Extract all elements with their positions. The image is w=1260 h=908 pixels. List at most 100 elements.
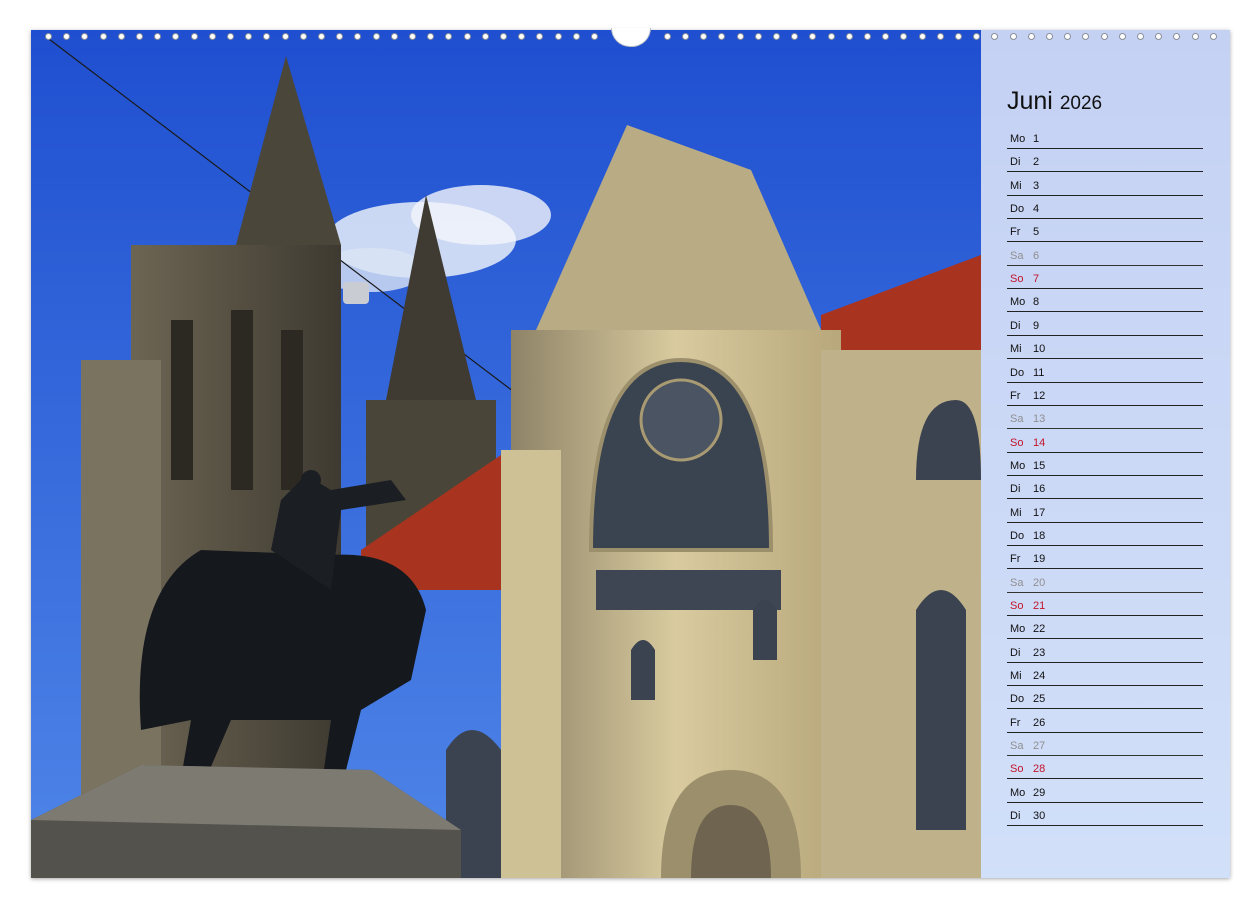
weekday-label: Mi [1010,670,1022,683]
binding-hole [1046,33,1053,40]
weekday-label: Do [1010,366,1025,379]
day-row: Mi 3 [1007,173,1203,196]
day-row: So 28 [1007,756,1203,780]
binding-hole [663,33,671,40]
day-number: 18 [1033,529,1046,542]
day-row: Di 9 [1007,313,1203,336]
binding-hole [1191,33,1199,40]
day-number: 6 [1033,249,1040,262]
day-number: 27 [1033,740,1046,753]
day-number: 28 [1033,763,1046,776]
binding-hole [1100,33,1108,40]
binding-hole [773,33,780,40]
day-row: Fr 12 [1007,383,1203,406]
binding-hole [900,33,908,40]
binding-hole [736,33,744,40]
binding-hole [1209,33,1217,40]
binding-hole [299,33,307,40]
weekday-label: Fr [1010,553,1021,566]
day-number: 10 [1033,343,1046,356]
weekday-label: Mo [1010,623,1026,636]
weekday-label: So [1010,436,1024,449]
binding-hole [445,33,453,40]
binding-hole [336,33,344,40]
day-row: Mo 8 [1007,289,1203,313]
day-number: 4 [1033,203,1040,216]
binding-hole [463,33,471,40]
weekday-label: Di [1010,483,1021,496]
month-year: 2026 [1059,93,1103,114]
binding-hole [936,33,944,40]
weekday-label: So [1010,600,1024,612]
binding-hole [354,33,362,40]
weekday-label: Do [1010,693,1025,706]
day-number: 23 [1033,646,1046,659]
day-row: Sa 13 [1007,406,1203,430]
weekday-label: Di [1010,810,1021,823]
day-row: Mi 24 [1007,663,1203,687]
weekday-label: Sa [1010,413,1024,426]
weekday-label: Fr [1010,389,1021,402]
binding-hole [1173,33,1181,40]
day-row: Fr 26 [1007,710,1203,733]
month-title: Juni 2026 [1007,87,1102,116]
binding-hole [99,33,107,40]
binding-hole [791,33,799,40]
binding-hole [372,33,380,40]
day-row: Mi 17 [1007,500,1203,523]
day-row: Sa 6 [1007,243,1203,266]
binding-hole [991,33,999,40]
binding-hole [700,33,708,40]
day-row: Do 11 [1007,360,1203,383]
day-row: Fr 19 [1007,546,1203,570]
weekday-label: Fr [1010,716,1021,729]
weekday-label: Mo [1010,459,1026,472]
day-number: 13 [1033,413,1046,426]
weekday-label: Sa [1010,576,1024,589]
binding-hole [809,33,817,40]
binding-hole [1118,33,1126,40]
day-row: So 21 [1007,593,1203,616]
binding-hole [918,33,926,40]
weekday-label: Mi [1010,506,1022,519]
day-number: 24 [1033,670,1046,683]
day-row: So 14 [1007,430,1203,453]
binding-hole [154,33,162,40]
binding-hole [245,33,253,40]
binding-hole [518,33,526,40]
day-row: Mi 10 [1007,336,1203,360]
binding-hole [263,33,271,40]
binding-hole [227,33,234,40]
binding-hole [554,33,562,40]
binding-hole [845,33,853,40]
day-number: 19 [1033,553,1046,566]
day-number: 11 [1033,366,1045,379]
day-row: Di 30 [1007,803,1203,827]
day-number: 25 [1033,693,1046,706]
binding-hole [318,33,325,40]
weekday-label: Do [1010,529,1025,542]
binding-hole [973,33,981,40]
day-number: 5 [1033,226,1040,239]
binding-hole [754,33,762,40]
day-number: 14 [1033,436,1046,449]
day-number: 22 [1033,623,1046,636]
binding-hole [955,33,962,40]
day-row: Fr 5 [1007,219,1203,243]
binding-hole [208,33,216,40]
day-number: 15 [1033,459,1046,472]
day-number: 3 [1033,179,1040,192]
day-row: Mo 1 [1007,126,1203,149]
weekday-label: Mi [1010,343,1022,356]
day-number: 30 [1033,810,1046,823]
day-number: 12 [1033,389,1046,402]
day-row: Mo 29 [1007,780,1203,803]
weekday-label: So [1010,763,1024,776]
day-number: 16 [1033,483,1046,496]
day-row: Sa 27 [1007,733,1203,757]
binding-hole [536,33,544,40]
day-number: 17 [1033,506,1046,519]
day-row: Do 4 [1007,196,1203,220]
day-row: Do 18 [1007,523,1203,546]
day-row: Mo 15 [1007,453,1203,476]
